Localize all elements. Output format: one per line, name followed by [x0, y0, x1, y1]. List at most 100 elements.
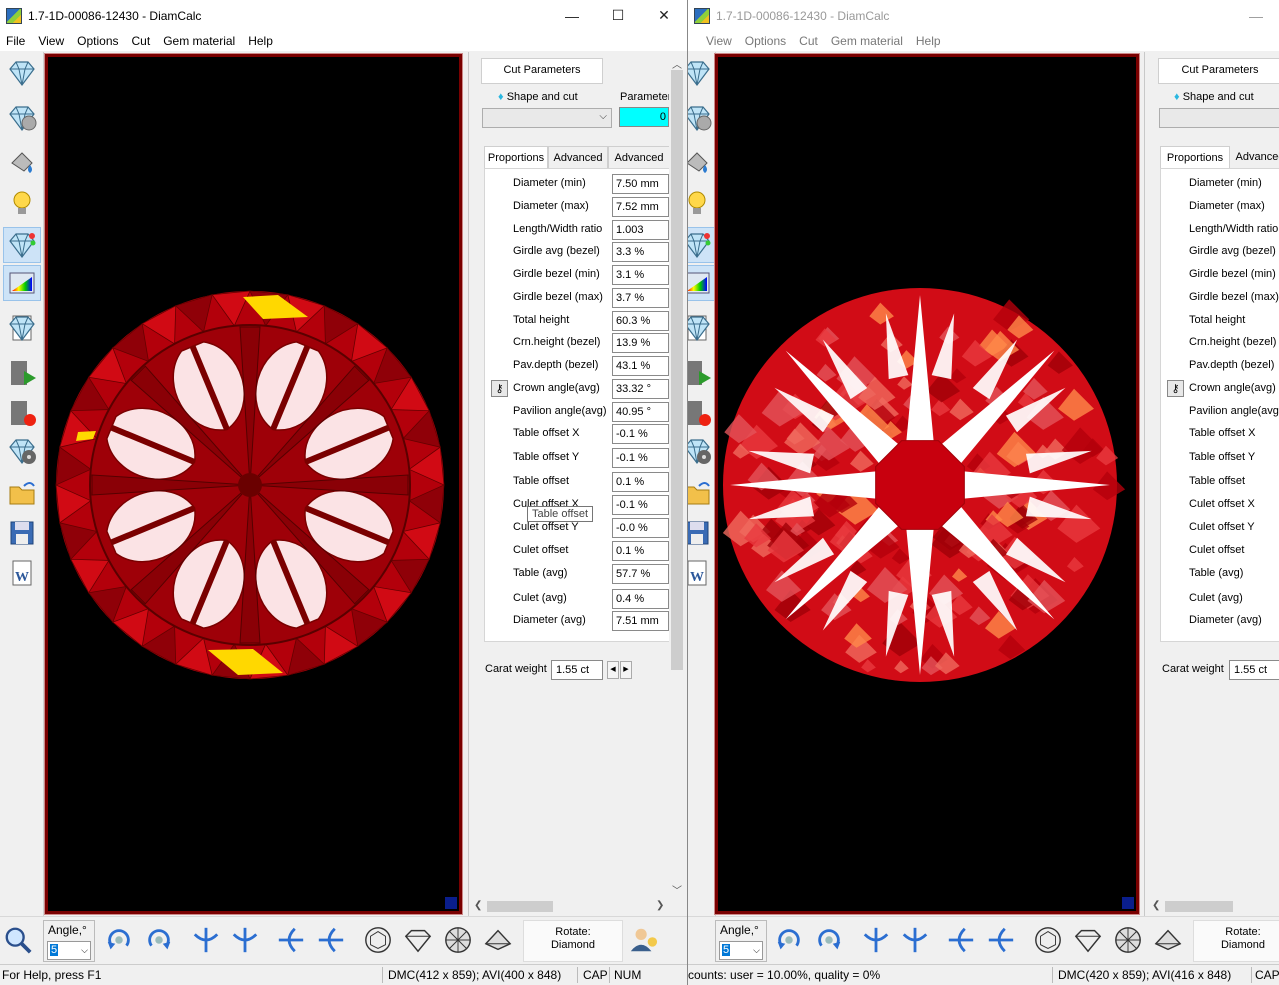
menu-help[interactable]: Help: [242, 34, 280, 48]
paint-bucket-icon[interactable]: [688, 143, 716, 179]
zoom-icon[interactable]: [1, 923, 35, 957]
video-record-icon[interactable]: [3, 395, 41, 431]
property-value-field[interactable]: -0.1 %: [612, 448, 669, 468]
gem-viewport-face-down[interactable]: [45, 54, 462, 914]
flip-horizontal-up-icon[interactable]: [274, 923, 308, 957]
subtab-advanced-1[interactable]: Advanced: [548, 146, 608, 168]
diamond-ball-icon[interactable]: [688, 100, 716, 136]
carat-weight-field[interactable]: 1.55 ct: [551, 660, 603, 680]
paint-bucket-icon[interactable]: [3, 143, 41, 179]
rotate-right-icon[interactable]: [812, 923, 846, 957]
scroll-up-icon[interactable]: ︿: [672, 56, 682, 71]
carat-decrease-button[interactable]: ◀: [607, 661, 619, 679]
light-bulb-icon[interactable]: [688, 185, 716, 221]
menu-options[interactable]: Options: [71, 34, 125, 48]
shape-combo[interactable]: ⌵: [482, 108, 612, 128]
maximize-button[interactable]: ☐: [595, 0, 641, 31]
property-value-field[interactable]: 7.52 mm: [612, 197, 669, 217]
angle-control[interactable]: Angle,° 5 ⌵: [715, 920, 767, 962]
diamond-reel-icon[interactable]: [3, 433, 41, 469]
property-value-field[interactable]: 43.1 %: [612, 356, 669, 376]
diamond-view-icon[interactable]: [688, 55, 716, 91]
scroll-left-icon[interactable]: ❮: [1152, 900, 1160, 911]
video-play-icon[interactable]: [688, 355, 716, 391]
report-icon[interactable]: [688, 310, 716, 346]
property-value-field[interactable]: 3.7 %: [612, 288, 669, 308]
angle-control[interactable]: Angle,° 5 ⌵: [43, 920, 95, 962]
diamond-ball-icon[interactable]: [3, 100, 41, 136]
property-value-field[interactable]: 3.3 %: [612, 242, 669, 262]
property-value-field[interactable]: 13.9 %: [612, 333, 669, 353]
report-icon[interactable]: [3, 310, 41, 346]
diamond-color-icon[interactable]: [3, 227, 41, 263]
carat-increase-button[interactable]: ▶: [620, 661, 632, 679]
open-folder-icon[interactable]: [688, 475, 716, 511]
menu-cut[interactable]: Cut: [793, 34, 825, 48]
minimize-button[interactable]: —: [1233, 0, 1279, 31]
scroll-down-icon[interactable]: ﹀: [672, 882, 682, 897]
word-export-icon[interactable]: W: [688, 555, 716, 591]
property-value-field[interactable]: 57.7 %: [612, 564, 669, 584]
video-record-icon[interactable]: [688, 395, 716, 431]
property-value-field[interactable]: 0.1 %: [612, 472, 669, 492]
flip-vertical-left-icon[interactable]: [189, 923, 223, 957]
property-value-field[interactable]: 0.1 %: [612, 541, 669, 561]
save-icon[interactable]: [688, 515, 716, 551]
open-folder-icon[interactable]: [3, 475, 41, 511]
side-view-icon[interactable]: [1071, 923, 1105, 957]
spectrum-icon[interactable]: [3, 265, 41, 301]
angle-select[interactable]: 5 ⌵: [47, 941, 91, 960]
rotate-left-icon[interactable]: [102, 923, 136, 957]
flip-horizontal-down-icon[interactable]: [984, 923, 1018, 957]
pavilion-view-icon[interactable]: [1151, 923, 1185, 957]
property-value-field[interactable]: 7.50 mm: [612, 174, 669, 194]
tab-cut-parameters[interactable]: Cut Parameters: [1158, 58, 1279, 84]
property-value-field[interactable]: 33.32 °: [612, 379, 669, 399]
user-settings-icon[interactable]: [626, 923, 660, 957]
diamond-color-icon[interactable]: [688, 227, 716, 263]
property-value-field[interactable]: 40.95 °: [612, 402, 669, 422]
menu-file[interactable]: File: [0, 34, 32, 48]
tab-cut-parameters[interactable]: Cut Parameters: [481, 58, 603, 84]
property-value-field[interactable]: 1.003: [612, 220, 669, 240]
bottom-view-icon[interactable]: [441, 923, 475, 957]
minimize-button[interactable]: —: [549, 0, 595, 31]
menu-options[interactable]: Options: [739, 34, 793, 48]
word-export-icon[interactable]: W: [3, 555, 41, 591]
top-view-icon[interactable]: [1031, 923, 1065, 957]
pavilion-view-icon[interactable]: [481, 923, 515, 957]
bottom-view-icon[interactable]: [1111, 923, 1145, 957]
property-value-field[interactable]: -0.0 %: [612, 518, 669, 538]
lock-toggle-icon[interactable]: ⚷: [1167, 380, 1184, 397]
lock-toggle-icon[interactable]: ⚷: [491, 380, 508, 397]
rotate-mode-button[interactable]: Rotate: Diamond: [523, 920, 623, 962]
panel-horizontal-scrollbar[interactable]: ❮: [1149, 898, 1279, 915]
parameter-value[interactable]: 0: [619, 107, 669, 127]
flip-horizontal-down-icon[interactable]: [314, 923, 348, 957]
resize-handle[interactable]: [445, 897, 457, 909]
property-value-field[interactable]: 7.51 mm: [612, 611, 669, 631]
flip-vertical-right-icon[interactable]: [228, 923, 262, 957]
menu-gem-material[interactable]: Gem material: [157, 34, 242, 48]
menu-gem-material[interactable]: Gem material: [825, 34, 910, 48]
side-view-icon[interactable]: [401, 923, 435, 957]
rotate-left-icon[interactable]: [772, 923, 806, 957]
rotate-right-icon[interactable]: [142, 923, 176, 957]
subtab-advanced[interactable]: Advanced: [1230, 146, 1279, 168]
save-icon[interactable]: [3, 515, 41, 551]
menu-help[interactable]: Help: [910, 34, 948, 48]
flip-vertical-right-icon[interactable]: [898, 923, 932, 957]
property-value-field[interactable]: 0.4 %: [612, 589, 669, 609]
subtab-proportions[interactable]: Proportions: [484, 146, 548, 169]
rotate-mode-button[interactable]: Rotate: Diamond: [1193, 920, 1279, 962]
top-view-icon[interactable]: [361, 923, 395, 957]
menu-cut[interactable]: Cut: [126, 34, 158, 48]
flip-horizontal-up-icon[interactable]: [944, 923, 978, 957]
spectrum-icon[interactable]: [688, 265, 716, 301]
diamond-view-icon[interactable]: [3, 55, 41, 91]
property-value-field[interactable]: 3.1 %: [612, 265, 669, 285]
scroll-right-icon[interactable]: ❯: [656, 900, 664, 911]
property-value-field[interactable]: -0.1 %: [612, 424, 669, 444]
scroll-left-icon[interactable]: ❮: [474, 900, 482, 911]
menu-view[interactable]: View: [32, 34, 71, 48]
